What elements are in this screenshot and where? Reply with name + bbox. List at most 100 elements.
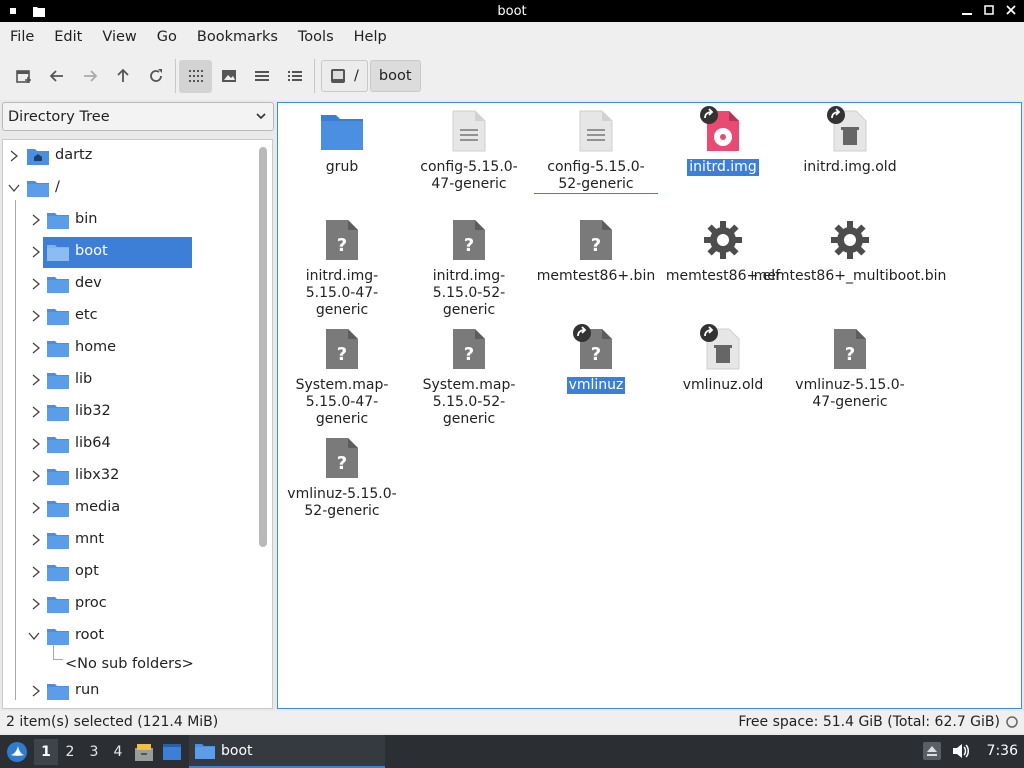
tree-item-lib[interactable]: lib bbox=[3, 365, 253, 395]
eject-button[interactable] bbox=[922, 741, 942, 765]
menu-view[interactable]: View bbox=[94, 29, 144, 45]
path-crumb-root[interactable]: / bbox=[321, 60, 368, 92]
tree-item-home[interactable]: home bbox=[3, 333, 253, 363]
file-item-memtest-multiboot[interactable]: memtest86+_multiboot.bin bbox=[754, 218, 946, 285]
tree-item-bin[interactable]: bin bbox=[3, 205, 253, 235]
file-item-initrd-img-old[interactable]: initrd.img.old bbox=[788, 106, 912, 176]
path-bar: / boot bbox=[321, 59, 423, 93]
tree-scrollbar-thumb[interactable] bbox=[259, 147, 267, 547]
menu-file[interactable]: File bbox=[2, 29, 42, 45]
file-item-vmlinuz[interactable]: ? vmlinuz bbox=[534, 324, 658, 394]
expand-arrow-icon[interactable] bbox=[30, 342, 42, 354]
file-item-systemmap-47[interactable]: ? System.map-5.15.0-47-generic bbox=[280, 327, 404, 428]
compact-view-button[interactable] bbox=[245, 60, 278, 93]
file-manager-launcher[interactable] bbox=[130, 742, 158, 762]
collapse-arrow-icon[interactable] bbox=[28, 630, 40, 642]
window-titlebar[interactable]: boot bbox=[0, 0, 1024, 22]
file-item-memtest-bin[interactable]: ? memtest86+.bin bbox=[534, 218, 658, 285]
unknown-file-icon: ? bbox=[580, 220, 612, 260]
directory-tree[interactable]: dartz / bin boot dev etc home lib lib32 … bbox=[2, 139, 273, 709]
new-tab-icon bbox=[15, 70, 31, 83]
svg-text:?: ? bbox=[591, 344, 601, 365]
volume-button[interactable] bbox=[951, 742, 971, 764]
tree-item-boot[interactable]: boot bbox=[3, 237, 253, 267]
file-item-config-47[interactable]: config-5.15.0-47-generic bbox=[407, 109, 531, 193]
tree-item-proc[interactable]: proc bbox=[3, 589, 253, 619]
tree-item-libx32[interactable]: libx32 bbox=[3, 461, 253, 491]
side-pane-mode-select[interactable]: Directory Tree bbox=[2, 102, 274, 131]
show-desktop-button[interactable] bbox=[158, 743, 186, 761]
menu-edit[interactable]: Edit bbox=[46, 29, 90, 45]
workspace-2[interactable]: 2 bbox=[58, 739, 82, 765]
file-item-initrd-52[interactable]: ? initrd.img-5.15.0-52-generic bbox=[407, 218, 531, 319]
workspace-3[interactable]: 3 bbox=[82, 739, 106, 765]
up-button[interactable] bbox=[106, 60, 139, 93]
forward-icon bbox=[83, 70, 97, 82]
window-menu-icon[interactable] bbox=[6, 4, 20, 18]
file-item-systemmap-52[interactable]: ? System.map-5.15.0-52-generic bbox=[407, 327, 531, 428]
workspace-4[interactable]: 4 bbox=[106, 739, 130, 765]
expand-arrow-icon[interactable] bbox=[30, 406, 42, 418]
expand-arrow-icon[interactable] bbox=[30, 246, 42, 258]
menu-help[interactable]: Help bbox=[346, 29, 395, 45]
expand-arrow-icon[interactable] bbox=[30, 214, 42, 226]
maximize-icon[interactable] bbox=[982, 3, 996, 17]
symlink-badge-icon bbox=[827, 106, 845, 124]
clock[interactable]: 7:36 bbox=[987, 743, 1018, 759]
detailed-list-button[interactable] bbox=[278, 60, 311, 93]
file-item-initrd-img[interactable]: initrd.img bbox=[661, 106, 785, 176]
menu-bookmarks[interactable]: Bookmarks bbox=[189, 29, 286, 45]
file-item-vmlinuz-47[interactable]: ? vmlinuz-5.15.0-47-generic bbox=[788, 327, 912, 411]
tree-item-run[interactable]: run bbox=[3, 676, 253, 706]
folder-icon bbox=[47, 533, 69, 549]
tree-item-lib64[interactable]: lib64 bbox=[3, 429, 253, 459]
drive-icon bbox=[331, 69, 345, 83]
expand-arrow-icon[interactable] bbox=[30, 470, 42, 482]
file-icon-view[interactable]: grub config-5.15.0-47-generic config-5.1… bbox=[277, 102, 1022, 709]
task-button-boot[interactable]: boot bbox=[189, 735, 385, 768]
tree-item-dev[interactable]: dev bbox=[3, 269, 253, 299]
start-menu-button[interactable] bbox=[0, 741, 34, 763]
expand-arrow-icon[interactable] bbox=[30, 534, 42, 546]
file-item-config-52[interactable]: config-5.15.0-52-generic bbox=[534, 109, 658, 194]
tree-item-mnt[interactable]: mnt bbox=[3, 525, 253, 555]
tree-item-media[interactable]: media bbox=[3, 493, 253, 523]
up-icon bbox=[116, 68, 129, 82]
forward-button[interactable] bbox=[73, 60, 106, 93]
path-crumb-current[interactable]: boot bbox=[369, 60, 421, 92]
expand-arrow-icon[interactable] bbox=[30, 278, 42, 290]
status-bar: 2 item(s) selected (121.4 MiB) Free spac… bbox=[0, 711, 1024, 733]
file-item-grub[interactable]: grub bbox=[280, 109, 404, 176]
file-item-initrd-47[interactable]: ? initrd.img-5.15.0-47-generic bbox=[280, 218, 404, 319]
tree-item-root-folder[interactable]: root bbox=[3, 621, 253, 651]
expand-arrow-icon[interactable] bbox=[30, 598, 42, 610]
expand-arrow-icon[interactable] bbox=[8, 150, 20, 162]
expand-arrow-icon[interactable] bbox=[30, 374, 42, 386]
expand-arrow-icon[interactable] bbox=[30, 566, 42, 578]
menu-go[interactable]: Go bbox=[149, 29, 185, 45]
reload-button[interactable] bbox=[139, 60, 172, 93]
tree-item-dartz[interactable]: dartz bbox=[3, 141, 253, 171]
tree-item-etc[interactable]: etc bbox=[3, 301, 253, 331]
tree-item-root[interactable]: / bbox=[3, 173, 253, 203]
close-icon[interactable] bbox=[1004, 3, 1018, 17]
expand-arrow-icon[interactable] bbox=[30, 438, 42, 450]
expand-arrow-icon[interactable] bbox=[30, 502, 42, 514]
expand-arrow-icon[interactable] bbox=[30, 685, 42, 697]
expand-arrow-icon[interactable] bbox=[30, 310, 42, 322]
tree-item-opt[interactable]: opt bbox=[3, 557, 253, 587]
unknown-file-icon: ? bbox=[326, 220, 358, 260]
new-tab-button[interactable] bbox=[7, 60, 40, 93]
tree-item-lib32[interactable]: lib32 bbox=[3, 397, 253, 427]
workspace-1[interactable]: 1 bbox=[34, 738, 58, 765]
collapse-arrow-icon[interactable] bbox=[8, 182, 20, 194]
file-item-vmlinuz-52[interactable]: ? vmlinuz-5.15.0-52-generic bbox=[280, 436, 404, 520]
file-item-vmlinuz-old[interactable]: vmlinuz.old bbox=[661, 324, 785, 394]
icon-view-button[interactable] bbox=[179, 59, 212, 93]
back-button[interactable] bbox=[40, 60, 73, 93]
minimize-icon[interactable] bbox=[960, 3, 974, 17]
thumbnail-view-button[interactable] bbox=[212, 60, 245, 93]
path-current-label: boot bbox=[378, 68, 412, 84]
menu-tools[interactable]: Tools bbox=[290, 29, 342, 45]
file-name: memtest86+.bin bbox=[536, 268, 656, 284]
